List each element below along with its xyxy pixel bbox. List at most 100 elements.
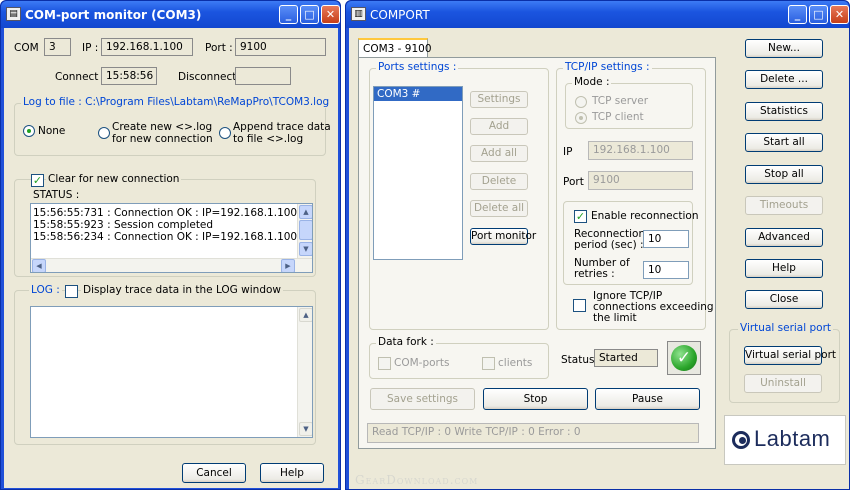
maximize-icon[interactable]: □ [809, 5, 828, 24]
help-button[interactable]: Help [260, 463, 324, 483]
mode-label: Mode : [572, 76, 612, 88]
tcpip-settings-group: TCP/IP settings : Mode : TCP server TCP … [556, 61, 714, 330]
labtam-logo: Labtam [724, 415, 846, 465]
tab-com3-9100[interactable]: COM3 - 9100 [358, 38, 432, 58]
log-group: LOG : Display trace data in the LOG wind… [14, 284, 316, 445]
new-button[interactable]: New... [745, 39, 823, 58]
radio-append-label-2: to file <>.log [233, 133, 304, 145]
port-field[interactable]: 9100 [588, 171, 693, 190]
delete-port-button[interactable]: Delete [470, 173, 528, 190]
window-title: COM-port monitor (COM3) [25, 8, 202, 22]
radio-create-label-2: for new connection [112, 133, 213, 145]
app-icon: ▥ [351, 7, 366, 21]
radio-append[interactable] [219, 127, 231, 139]
retries-input[interactable]: 10 [643, 261, 689, 279]
close-button[interactable]: Close [745, 290, 823, 309]
port-monitor-window: ▤ COM-port monitor (COM3) _ □ ✕ COM 3 IP… [0, 0, 341, 490]
status-line: 15:58:56:234 : Connection OK : IP=192.16… [33, 231, 312, 243]
ports-settings-group: Ports settings : COM3 # Settings Add Add… [369, 61, 549, 330]
port-monitor-titlebar[interactable]: ▤ COM-port monitor (COM3) _ □ ✕ [1, 1, 340, 28]
comport-window: ▥ COMPORT _ □ ✕ COM3 - 9100 Ports settin… [345, 0, 850, 490]
scroll-up-icon[interactable]: ▲ [299, 308, 312, 322]
reconn-period-input[interactable]: 10 [643, 230, 689, 248]
ip-label: IP [563, 146, 573, 158]
scroll-up-icon[interactable]: ▲ [299, 205, 312, 219]
scroll-thumb[interactable] [299, 220, 312, 240]
scroll-right-icon[interactable]: ▶ [281, 259, 295, 272]
status-label: Status [561, 354, 595, 366]
log-label: LOG : [29, 284, 62, 296]
radio-create-new[interactable] [98, 127, 110, 139]
disconnect-label: Disconnect : [178, 71, 244, 83]
cancel-button[interactable]: Cancel [182, 463, 246, 483]
status-horizontal-scrollbar[interactable]: ◀ ▶ [31, 258, 312, 272]
port-label: Port : [205, 42, 233, 54]
scroll-left-icon[interactable]: ◀ [32, 259, 46, 272]
port-monitor-button[interactable]: Port monitor [470, 228, 536, 245]
status-line: 15:56:55:731 : Connection OK : IP=192.16… [33, 207, 312, 219]
enable-reconnection-checkbox[interactable]: ✓ [574, 210, 587, 223]
display-trace-label: Display trace data in the LOG window [81, 284, 283, 296]
disconnect-field [235, 67, 291, 85]
data-fork-group: Data fork : COM-ports clients [369, 336, 549, 379]
ports-list-item[interactable]: COM3 # [374, 87, 462, 101]
add-button[interactable]: Add [470, 118, 528, 135]
minimize-icon[interactable]: _ [788, 5, 807, 24]
delete-button[interactable]: Delete ... [745, 70, 823, 89]
timeouts-button[interactable]: Timeouts [745, 196, 823, 215]
stop-all-button[interactable]: Stop all [745, 165, 823, 184]
scroll-down-icon[interactable]: ▼ [299, 422, 312, 436]
mode-group: Mode : TCP server TCP client [565, 76, 693, 129]
status-log-list[interactable]: 15:56:55:731 : Connection OK : IP=192.16… [30, 203, 313, 273]
ignore-label-3: the limit [593, 312, 637, 324]
log-vertical-scrollbar[interactable]: ▲ ▼ [297, 307, 312, 437]
settings-button[interactable]: Settings [470, 91, 528, 108]
ports-list[interactable]: COM3 # [373, 86, 463, 260]
com-field: 3 [44, 38, 71, 56]
save-settings-button[interactable]: Save settings [370, 388, 475, 410]
radio-tcp-server[interactable] [575, 96, 587, 108]
virtual-serial-port-label: Virtual serial port [738, 322, 834, 334]
clients-checkbox[interactable] [482, 357, 495, 370]
help-button[interactable]: Help [745, 259, 823, 278]
clients-label: clients [498, 357, 533, 369]
advanced-button[interactable]: Advanced [745, 228, 823, 247]
stop-button[interactable]: Stop [483, 388, 588, 410]
virtual-serial-port-group: Virtual serial port Virtual serial port … [729, 322, 840, 403]
status-vertical-scrollbar[interactable]: ▲ ▼ [297, 204, 312, 258]
ports-settings-label: Ports settings : [376, 61, 459, 73]
start-all-button[interactable]: Start all [745, 133, 823, 152]
com-ports-checkbox[interactable] [378, 357, 391, 370]
port-field: 9100 [235, 38, 326, 56]
reconnection-group: ✓ Enable reconnection Reconnection perio… [563, 201, 699, 285]
display-trace-checkbox[interactable] [65, 285, 78, 298]
status-field: Started [594, 349, 658, 367]
port-label: Port [563, 176, 584, 188]
delete-all-button[interactable]: Delete all [470, 200, 528, 217]
close-icon[interactable]: ✕ [830, 5, 849, 24]
uninstall-button[interactable]: Uninstall [744, 374, 822, 393]
ip-field: 192.168.1.100 [101, 38, 193, 56]
connect-field: 15:58:56 [101, 67, 157, 85]
clear-for-new-connection-label: Clear for new connection [46, 173, 182, 185]
clear-for-new-connection-checkbox[interactable]: ✓ [31, 174, 44, 187]
comport-titlebar[interactable]: ▥ COMPORT _ □ ✕ [346, 1, 849, 28]
status-ok-icon: ✓ [667, 341, 701, 375]
maximize-icon[interactable]: □ [300, 5, 319, 24]
minimize-icon[interactable]: _ [279, 5, 298, 24]
pause-button[interactable]: Pause [595, 388, 700, 410]
ip-field[interactable]: 192.168.1.100 [588, 141, 693, 160]
com-label: COM [14, 42, 39, 54]
close-icon[interactable]: ✕ [321, 5, 340, 24]
log-text-area[interactable]: ▲ ▼ [30, 306, 313, 438]
radio-tcp-client[interactable] [575, 112, 587, 124]
scroll-down-icon[interactable]: ▼ [299, 242, 312, 256]
radio-none[interactable] [23, 125, 35, 137]
add-all-button[interactable]: Add all [470, 145, 528, 162]
statistics-button[interactable]: Statistics [745, 102, 823, 121]
radio-none-label: None [38, 125, 66, 137]
virtual-serial-port-button[interactable]: Virtual serial port [744, 346, 836, 365]
ignore-connections-checkbox[interactable] [573, 299, 586, 312]
tcp-server-label: TCP server [592, 95, 649, 107]
app-icon: ▤ [6, 7, 21, 21]
